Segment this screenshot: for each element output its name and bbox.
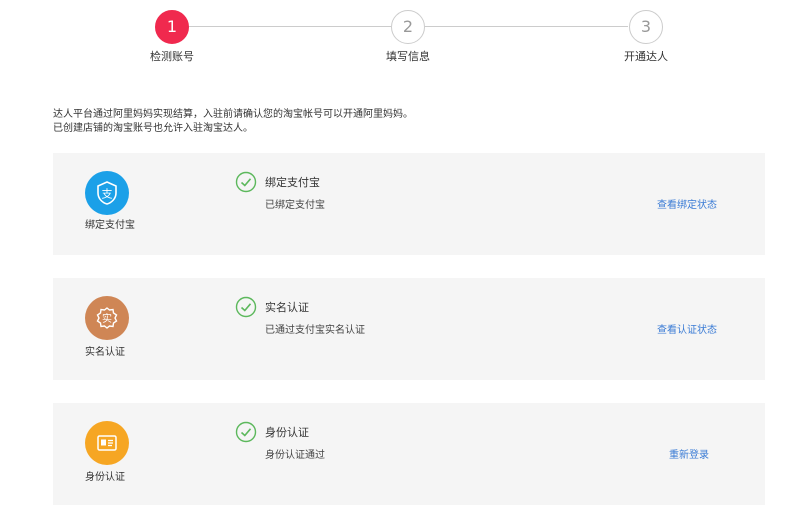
- card-status-text: 身份认证通过: [265, 450, 325, 461]
- step-indicator: 1 检测账号 2 填写信息 3 开通达人: [0, 0, 800, 70]
- step-1-circle: 1: [155, 10, 189, 44]
- view-verification-status-link[interactable]: 查看认证状态: [657, 321, 717, 336]
- step-1-label: 检测账号: [150, 50, 194, 63]
- check-circle-icon: [235, 296, 257, 318]
- alipay-icon: 支: [85, 171, 129, 215]
- step-3-circle: 3: [629, 10, 663, 44]
- real-name-icon: 实: [85, 296, 129, 340]
- card-status-text: 已通过支付宝实名认证: [265, 325, 365, 336]
- alipay-binding-card: 支 绑定支付宝 绑定支付宝 已绑定支付宝 查看绑定状态: [53, 153, 765, 255]
- real-name-card: 实 实名认证 实名认证 已通过支付宝实名认证 查看认证状态: [53, 278, 765, 380]
- intro-line-2: 已创建店铺的淘宝账号也允许入驻淘宝达人。: [53, 123, 253, 134]
- card-title: 绑定支付宝: [265, 176, 320, 189]
- id-card-icon-label: 身份认证: [85, 472, 125, 483]
- card-title: 身份认证: [265, 426, 309, 439]
- real-name-icon-label: 实名认证: [85, 347, 125, 358]
- alipay-icon-label: 绑定支付宝: [85, 220, 135, 231]
- svg-text:实: 实: [102, 312, 112, 325]
- id-card-icon: [85, 421, 129, 465]
- step-connector: [425, 26, 628, 27]
- step-connector: [188, 26, 391, 27]
- step-2-label: 填写信息: [386, 50, 430, 63]
- step-3-label: 开通达人: [624, 50, 668, 63]
- step-2-circle: 2: [391, 10, 425, 44]
- card-title: 实名认证: [265, 301, 309, 314]
- identity-card: 身份认证 身份认证 身份认证通过 重新登录: [53, 403, 765, 505]
- check-circle-icon: [235, 421, 257, 443]
- card-status-text: 已绑定支付宝: [265, 200, 325, 211]
- relogin-link[interactable]: 重新登录: [669, 446, 709, 461]
- svg-text:支: 支: [102, 188, 113, 201]
- intro-line-1: 达人平台通过阿里妈妈实现结算，入驻前请确认您的淘宝帐号可以开通阿里妈妈。: [53, 109, 413, 120]
- view-binding-status-link[interactable]: 查看绑定状态: [657, 196, 717, 211]
- intro-text: 达人平台通过阿里妈妈实现结算，入驻前请确认您的淘宝帐号可以开通阿里妈妈。 已创建…: [53, 108, 413, 136]
- check-circle-icon: [235, 171, 257, 193]
